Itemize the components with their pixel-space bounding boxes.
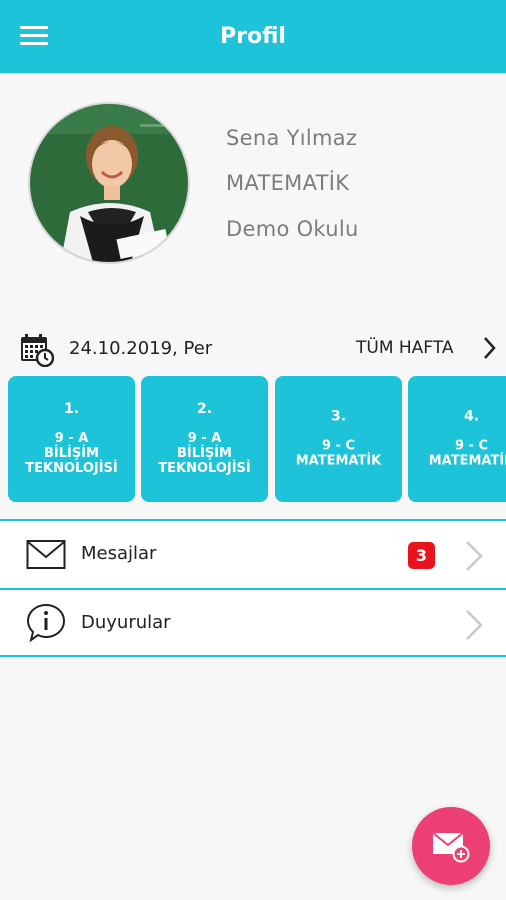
lesson-number: 2. [196,401,213,417]
lesson-number: 4. [463,408,480,425]
chevron-right-icon[interactable] [482,335,498,361]
lesson-card[interactable]: 4. 9 - C MATEMATİK [408,376,506,502]
compose-mail-icon [432,832,470,863]
lesson-card[interactable]: 3. 9 - C MATEMATİK [275,376,402,502]
lesson-card[interactable]: 2. 9 - A BİLİŞİM TEKNOLOJİSİ [141,376,268,502]
announcements-label: Duyurular [81,612,171,633]
calendar-clock-icon [21,334,54,367]
lesson-class: 9 - A [187,431,222,446]
lesson-class: 9 - A [54,431,89,446]
info-bubble-icon [26,603,66,642]
lesson-number: 1. [63,401,80,417]
announcements-row[interactable]: Duyurular [0,590,506,657]
lesson-number: 3. [330,408,347,425]
lesson-subject: MATEMATİK [428,453,506,469]
lesson-class: 9 - C [454,438,489,454]
all-week-link[interactable]: TÜM HAFTA [356,338,453,358]
lesson-class: 9 - C [321,438,356,454]
chevron-right-icon [466,541,483,571]
app-bar: Profil [0,0,506,73]
compose-message-button[interactable] [412,807,490,885]
messages-label: Mesajlar [81,543,157,564]
teacher-subject: MATEMATİK [226,171,350,195]
lesson-subject: BİLİŞİM TEKNOLOJİSİ [25,446,118,476]
chevron-right-icon [466,610,483,640]
unread-count-badge: 3 [408,542,435,569]
school-name: Demo Okulu [226,217,359,241]
avatar [28,102,190,264]
schedule-date: 24.10.2019, Per [69,338,213,359]
envelope-icon [26,540,66,569]
lesson-subject: BİLİŞİM TEKNOLOJİSİ [158,446,251,476]
teacher-name: Sena Yılmaz [226,126,358,150]
lesson-subject: MATEMATİK [295,453,382,469]
page-title: Profil [220,24,286,49]
divider [0,655,506,657]
messages-row[interactable]: Mesajlar 3 [0,521,506,588]
lesson-card[interactable]: 1. 9 - A BİLİŞİM TEKNOLOJİSİ [8,376,135,502]
